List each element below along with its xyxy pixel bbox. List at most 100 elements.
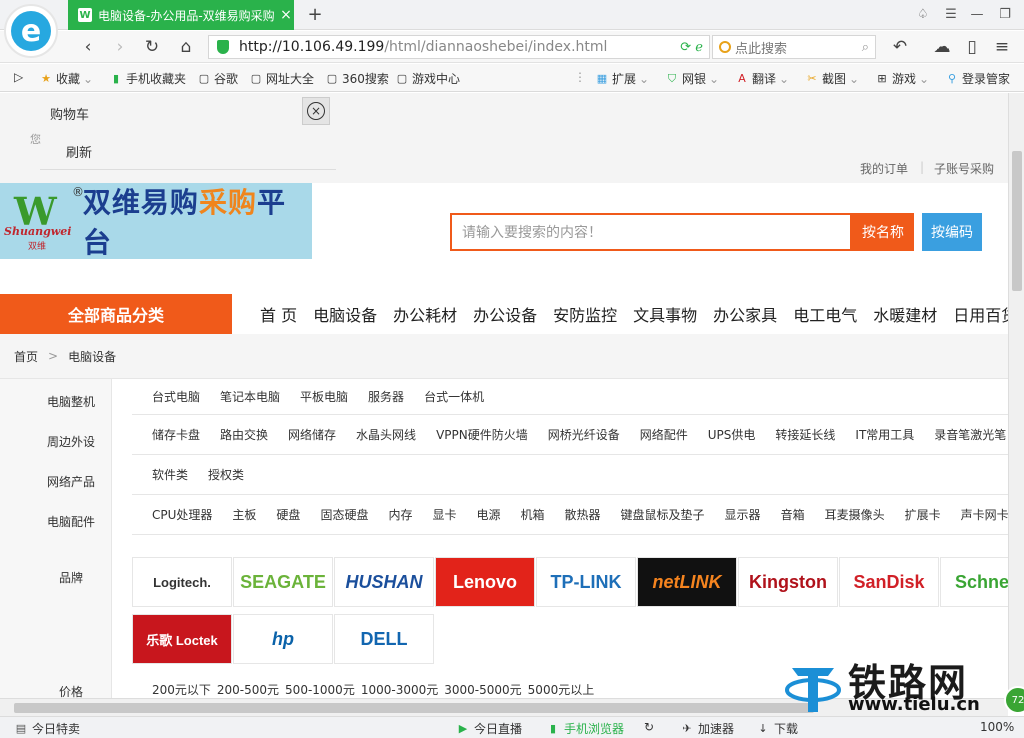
tab-close-icon[interactable]: × <box>278 7 294 23</box>
brand-logo-schneider[interactable]: Schneid <box>940 557 1008 607</box>
sub-account-link[interactable]: 子账号采购 <box>934 160 994 177</box>
tool-bank[interactable]: ⛉ 网银 ⌄ <box>666 70 719 87</box>
filter-option[interactable]: 机箱 <box>521 506 545 523</box>
zoom-level[interactable]: 100% <box>980 720 1014 734</box>
scroll-thumb[interactable] <box>1012 151 1022 291</box>
sidebar-toggle-icon[interactable]: ▷ <box>14 70 23 84</box>
brand-logo-hushan[interactable]: HUSHAN <box>334 557 434 607</box>
filter-option[interactable]: 网络配件 <box>640 426 688 443</box>
filter-option[interactable]: 服务器 <box>368 388 404 405</box>
live-link[interactable]: ▶ 今日直播 <box>456 720 522 737</box>
scroll-thumb[interactable] <box>14 703 814 713</box>
fav-item-4[interactable]: ▢ 360搜索 <box>326 70 389 87</box>
filter-option[interactable]: UPS供电 <box>708 426 756 443</box>
forward-icon[interactable]: › <box>108 36 132 58</box>
brand-logo-loctek[interactable]: 乐歌 Loctek <box>132 614 232 664</box>
brand-logo-tp-link[interactable]: TP-LINK <box>536 557 636 607</box>
fav-item-2[interactable]: ▢ 谷歌 <box>198 70 238 87</box>
tool-translate[interactable]: A 翻译 ⌄ <box>736 70 789 87</box>
filter-option[interactable]: 耳麦摄像头 <box>825 506 885 523</box>
filter-option[interactable]: VPPN硬件防火墙 <box>436 426 528 443</box>
brand-logo-netlink[interactable]: netLINK <box>637 557 737 607</box>
mobile-browser-link[interactable]: ▮ 手机浏览器 <box>546 720 624 737</box>
filter-option[interactable]: 水晶头网线 <box>356 426 416 443</box>
skin-icon[interactable]: ♤ <box>912 5 934 25</box>
brand-logo-hp[interactable]: hp <box>233 614 333 664</box>
browser-search-input[interactable]: 点此搜索 ⌕ <box>712 35 876 59</box>
filter-option[interactable]: 软件类 <box>152 466 188 483</box>
filter-option[interactable]: 扩展卡 <box>905 506 941 523</box>
filter-option[interactable]: 内存 <box>388 506 412 523</box>
brand-logo-lenovo[interactable]: Lenovo <box>435 557 535 607</box>
fav-item-3[interactable]: ▢ 网址大全 <box>250 70 314 87</box>
menu-icon[interactable]: ☰ <box>940 5 962 25</box>
new-tab-button[interactable]: + <box>304 4 326 26</box>
filter-option[interactable]: 键盘鼠标及垫子 <box>621 506 705 523</box>
tool-screenshot[interactable]: ✂ 截图 ⌄ <box>806 70 859 87</box>
price-option[interactable]: 200元以下 <box>152 681 211 698</box>
menu-icon[interactable]: ≡ <box>990 36 1014 58</box>
nav-item-office-equipment[interactable]: 办公设备 <box>473 302 537 326</box>
filter-option[interactable]: 网桥光纤设备 <box>548 426 620 443</box>
refresh-status-icon[interactable]: ↻ <box>644 720 654 734</box>
filter-option[interactable]: 平板电脑 <box>300 388 348 405</box>
filter-option[interactable]: 声卡网卡IC卡 <box>961 506 1008 523</box>
nav-item-security[interactable]: 安防监控 <box>553 302 617 326</box>
tool-games[interactable]: ⊞ 游戏 ⌄ <box>876 70 929 87</box>
price-option[interactable]: 1000-3000元 <box>361 681 438 698</box>
filter-option[interactable]: 显示器 <box>725 506 761 523</box>
filter-option[interactable]: 显卡 <box>432 506 456 523</box>
brand-logo-sandisk[interactable]: SanDisk <box>839 557 939 607</box>
maximize-icon[interactable]: ❐ <box>994 5 1016 25</box>
site-search-input[interactable]: 请输入要搜索的内容！ <box>450 213 852 251</box>
nav-item-computers[interactable]: 电脑设备 <box>313 302 377 326</box>
minimize-icon[interactable]: — <box>966 5 988 25</box>
filter-option[interactable]: 储存卡盘 <box>152 426 200 443</box>
price-option[interactable]: 200-500元 <box>217 681 279 698</box>
brand-logo-kingston[interactable]: Kingston <box>738 557 838 607</box>
nav-item-home[interactable]: 首 页 <box>260 302 297 326</box>
price-option[interactable]: 500-1000元 <box>285 681 355 698</box>
brand-logo-seagate[interactable]: SEAGATE <box>233 557 333 607</box>
filter-option[interactable]: 音箱 <box>781 506 805 523</box>
filter-option[interactable]: 主板 <box>232 506 256 523</box>
close-popup-button[interactable]: × <box>302 97 330 125</box>
price-option[interactable]: 5000元以上 <box>528 681 595 698</box>
search-icon[interactable]: ⌕ <box>862 40 869 55</box>
brand-logo-dell[interactable]: DELL <box>334 614 434 664</box>
nav-item-furniture[interactable]: 办公家具 <box>713 302 777 326</box>
filter-option[interactable]: 路由交换 <box>220 426 268 443</box>
filter-option[interactable]: IT常用工具 <box>855 426 914 443</box>
accelerator-link[interactable]: ✈ 加速器 <box>680 720 734 737</box>
nav-item-daily-goods[interactable]: 日用百货 <box>953 302 1008 326</box>
cart-link[interactable]: 购物车 <box>50 104 89 123</box>
refresh-link[interactable]: 刷新 <box>66 142 92 161</box>
search-by-name-button[interactable]: 按名称 <box>852 213 914 251</box>
filter-option[interactable]: 网络储存 <box>288 426 336 443</box>
my-orders-link[interactable]: 我的订单 <box>860 160 908 177</box>
browser-tab-active[interactable]: W 电脑设备-办公用品-双维易购采购 × <box>68 0 294 30</box>
filter-option[interactable]: 电源 <box>476 506 500 523</box>
tool-extension[interactable]: ▦ 扩展 ⌄ <box>596 70 649 87</box>
today-deals-link[interactable]: ▤ 今日特卖 <box>14 720 80 737</box>
all-categories-button[interactable]: 全部商品分类 <box>0 294 232 334</box>
filter-option[interactable]: 转接延长线 <box>775 426 835 443</box>
nav-item-consumables[interactable]: 办公耗材 <box>393 302 457 326</box>
filter-option[interactable]: 硬盘 <box>276 506 300 523</box>
undo-icon[interactable]: ↶ <box>888 36 912 58</box>
vertical-scrollbar[interactable] <box>1008 93 1024 698</box>
price-option[interactable]: 3000-5000元 <box>444 681 521 698</box>
filter-option[interactable]: CPU处理器 <box>152 506 212 523</box>
filter-option[interactable]: 固态硬盘 <box>320 506 368 523</box>
fav-item-5[interactable]: ▢ 游戏中心 <box>396 70 460 87</box>
filter-option[interactable]: 台式电脑 <box>152 388 200 405</box>
filter-option[interactable]: 散热器 <box>565 506 601 523</box>
browser-logo-icon[interactable]: e <box>4 4 58 58</box>
tool-login[interactable]: ⚲ 登录管家 <box>946 70 1010 87</box>
nav-item-stationery[interactable]: 文具事物 <box>633 302 697 326</box>
nav-item-plumbing[interactable]: 水暖建材 <box>873 302 937 326</box>
filter-option[interactable]: 授权类 <box>208 466 244 483</box>
filter-option[interactable]: 笔记本电脑 <box>220 388 280 405</box>
compat-mode-icon[interactable]: ⟳ ℯ <box>680 40 703 55</box>
nav-item-electrical[interactable]: 电工电气 <box>793 302 857 326</box>
